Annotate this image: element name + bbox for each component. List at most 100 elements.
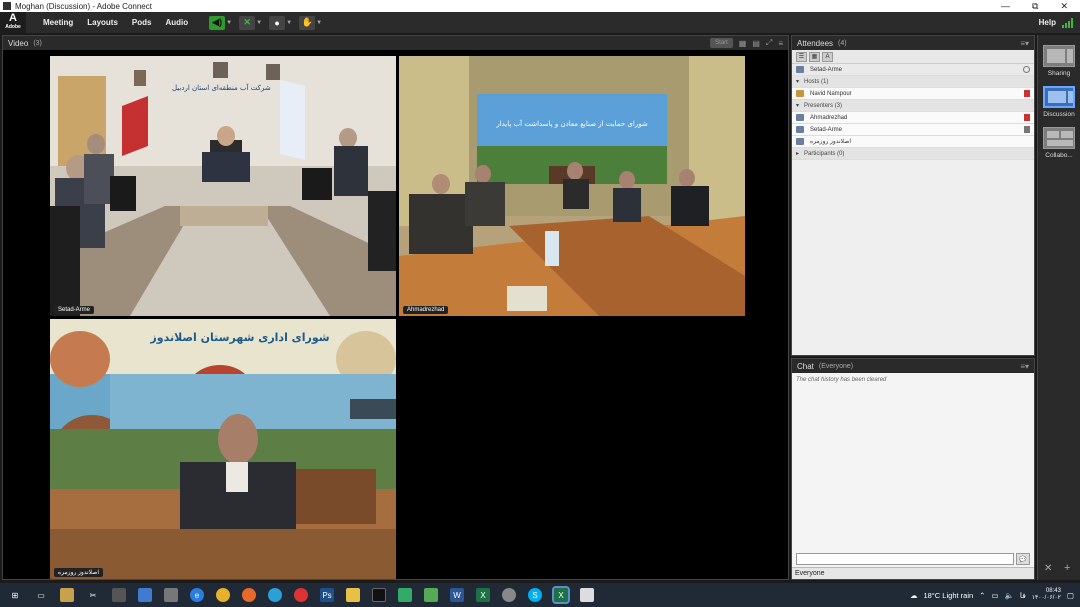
list-item[interactable]: Ahmadrezhad: [792, 112, 1034, 124]
list-item[interactable]: اصلاندوز روزمره: [792, 136, 1034, 148]
section-participants[interactable]: ▸ Participants (0): [792, 148, 1034, 160]
chevron-up-icon[interactable]: ⌃: [979, 591, 985, 600]
app-icon[interactable]: [60, 588, 74, 602]
section-label: Participants (0): [804, 150, 845, 157]
word-icon[interactable]: W: [450, 588, 464, 602]
maximize-button[interactable]: ⧉: [1032, 1, 1038, 12]
layout-collaboration[interactable]: Collabo...: [1043, 127, 1075, 159]
connection-signal-icon: [1062, 17, 1074, 28]
menu-audio[interactable]: Audio: [158, 18, 195, 27]
close-icon[interactable]: ✕: [1044, 563, 1052, 574]
clock-date: ۱۴۰۰/۰۶/۰۲: [1031, 595, 1061, 601]
pod-menu-icon[interactable]: ≡: [778, 39, 783, 48]
video-feed-presenter: شورای اداری شهرستان اصلاندوز: [50, 319, 396, 579]
layout-grid-icon[interactable]: ▦: [739, 39, 747, 48]
current-user-row[interactable]: Setad-Arme: [792, 64, 1034, 76]
excel-icon[interactable]: X: [476, 588, 490, 602]
list-item[interactable]: Setad-Arme: [792, 124, 1034, 136]
video-tile-aslanduz[interactable]: شورای اداری شهرستان اصلاندوز اصلاندوز رو…: [50, 319, 396, 579]
presenter-icon: [796, 126, 804, 133]
raise-hand-icon[interactable]: ✋: [299, 15, 316, 30]
app-icon[interactable]: [112, 588, 126, 602]
app-icon[interactable]: [580, 588, 594, 602]
list-item[interactable]: Navid Nampour: [792, 88, 1034, 100]
app-icon: [3, 2, 11, 10]
video-count: (3): [33, 39, 42, 47]
attendees-pod-title: Attendees: [797, 38, 834, 48]
status-icon[interactable]: [1023, 66, 1030, 73]
section-hosts[interactable]: ▾ Hosts (1): [792, 76, 1034, 88]
attendee-name: اصلاندوز روزمره: [810, 139, 851, 145]
app-icon[interactable]: [424, 588, 438, 602]
banner-text: شورای حمایت از صنایع معادن و پاسداشت آب …: [495, 119, 648, 128]
menu-meeting[interactable]: Meeting: [36, 18, 80, 27]
attendee-name: Ahmadrezhad: [810, 114, 848, 121]
firefox-icon[interactable]: [242, 588, 256, 602]
banner-text: شورای اداری شهرستان اصلاندوز: [149, 331, 329, 344]
app-icon[interactable]: ✂: [86, 588, 100, 602]
presenter-icon: [796, 66, 804, 73]
menu-help[interactable]: Help: [1039, 18, 1062, 27]
chevron-down-icon[interactable]: ▼: [285, 20, 293, 26]
speaker-icon[interactable]: ◀): [209, 15, 226, 30]
chevron-down-icon[interactable]: ▼: [255, 20, 263, 26]
video-feed-room: شرکت آب منطقه‌ای استان اردبیل: [50, 56, 396, 316]
chat-input[interactable]: [796, 553, 1014, 565]
volume-icon[interactable]: 🔈: [1005, 591, 1014, 600]
list-view-icon[interactable]: ☰: [796, 51, 807, 62]
chevron-down-icon[interactable]: ▼: [225, 20, 233, 26]
mic-muted-icon: [1024, 114, 1030, 121]
pod-menu-icon[interactable]: ≡▾: [1020, 362, 1029, 371]
task-view-icon[interactable]: ▭: [34, 588, 48, 602]
grid-view-icon[interactable]: ▦: [809, 51, 820, 62]
layout-discussion[interactable]: Discussion: [1043, 86, 1075, 118]
terminal-icon[interactable]: [372, 588, 386, 602]
menu-layouts[interactable]: Layouts: [80, 18, 125, 27]
minimize-button[interactable]: —: [1001, 1, 1010, 12]
video-tile-ahmadrezhad[interactable]: شورای حمایت از صنایع معادن و پاسداشت آب …: [399, 56, 745, 316]
folder-icon[interactable]: [346, 588, 360, 602]
mic-icon: [1024, 126, 1030, 133]
chat-recipient[interactable]: Everyone: [792, 567, 1034, 579]
layout-filmstrip-icon[interactable]: ▤: [752, 39, 760, 48]
video-tile-setad-arme[interactable]: شرکت آب منطقه‌ای استان اردبیل Setad-Arme: [50, 56, 396, 316]
photoshop-icon[interactable]: Ps: [320, 588, 334, 602]
taskbar: ⊞ ▭ ✂ e Ps W X S X ☁ 18°C Light rain ⌃ ▭…: [0, 583, 1080, 607]
windows-start-icon[interactable]: ⊞: [8, 588, 22, 602]
section-presenters[interactable]: ▾ Presenters (3): [792, 100, 1034, 112]
pod-menu-icon[interactable]: ≡▾: [1020, 39, 1029, 48]
video-pod-header: Video (3) Start ▦ ▤ ⤢ ≡: [3, 36, 788, 50]
webcam-icon[interactable]: ●: [269, 15, 286, 30]
chrome-icon[interactable]: [216, 588, 230, 602]
sort-icon[interactable]: A: [822, 51, 833, 62]
clock[interactable]: 08:43 ۱۴۰۰/۰۶/۰۲: [1032, 588, 1061, 602]
weather-text[interactable]: 18°C Light rain: [923, 591, 973, 600]
layouts-bar: Sharing Discussion Collabo... ✕ +: [1037, 35, 1080, 580]
start-video-button[interactable]: Start: [710, 38, 733, 48]
menu-pods[interactable]: Pods: [125, 18, 159, 27]
layout-thumbnail: [1043, 86, 1075, 108]
close-button[interactable]: ✕: [1060, 1, 1068, 12]
network-icon[interactable]: ▭: [991, 591, 998, 600]
notification-icon[interactable]: ▢: [1067, 591, 1074, 600]
edge-icon[interactable]: [268, 588, 282, 602]
video-pod-title: Video: [8, 38, 29, 48]
add-icon[interactable]: +: [1064, 562, 1070, 574]
chat-pod-header: Chat (Everyone) ≡▾: [792, 359, 1034, 373]
send-icon[interactable]: 💬: [1016, 553, 1030, 565]
chevron-down-icon[interactable]: ▼: [315, 20, 323, 26]
microphone-icon[interactable]: ✕: [239, 15, 256, 30]
attendees-pod-header: Attendees (4) ≡▾: [792, 36, 1034, 50]
app-icon[interactable]: X: [552, 586, 570, 604]
layout-sharing[interactable]: Sharing: [1043, 45, 1075, 77]
app-icon[interactable]: [398, 588, 412, 602]
ie-icon[interactable]: e: [190, 588, 204, 602]
skype-icon[interactable]: S: [528, 588, 542, 602]
app-icon[interactable]: [164, 588, 178, 602]
app-icon[interactable]: [502, 588, 516, 602]
language-indicator[interactable]: فا: [1020, 591, 1026, 600]
fullscreen-icon[interactable]: ⤢: [766, 38, 772, 48]
app-icon[interactable]: [294, 588, 308, 602]
app-icon[interactable]: [138, 588, 152, 602]
attendees-toolbar: ☰ ▦ A: [792, 50, 1034, 64]
